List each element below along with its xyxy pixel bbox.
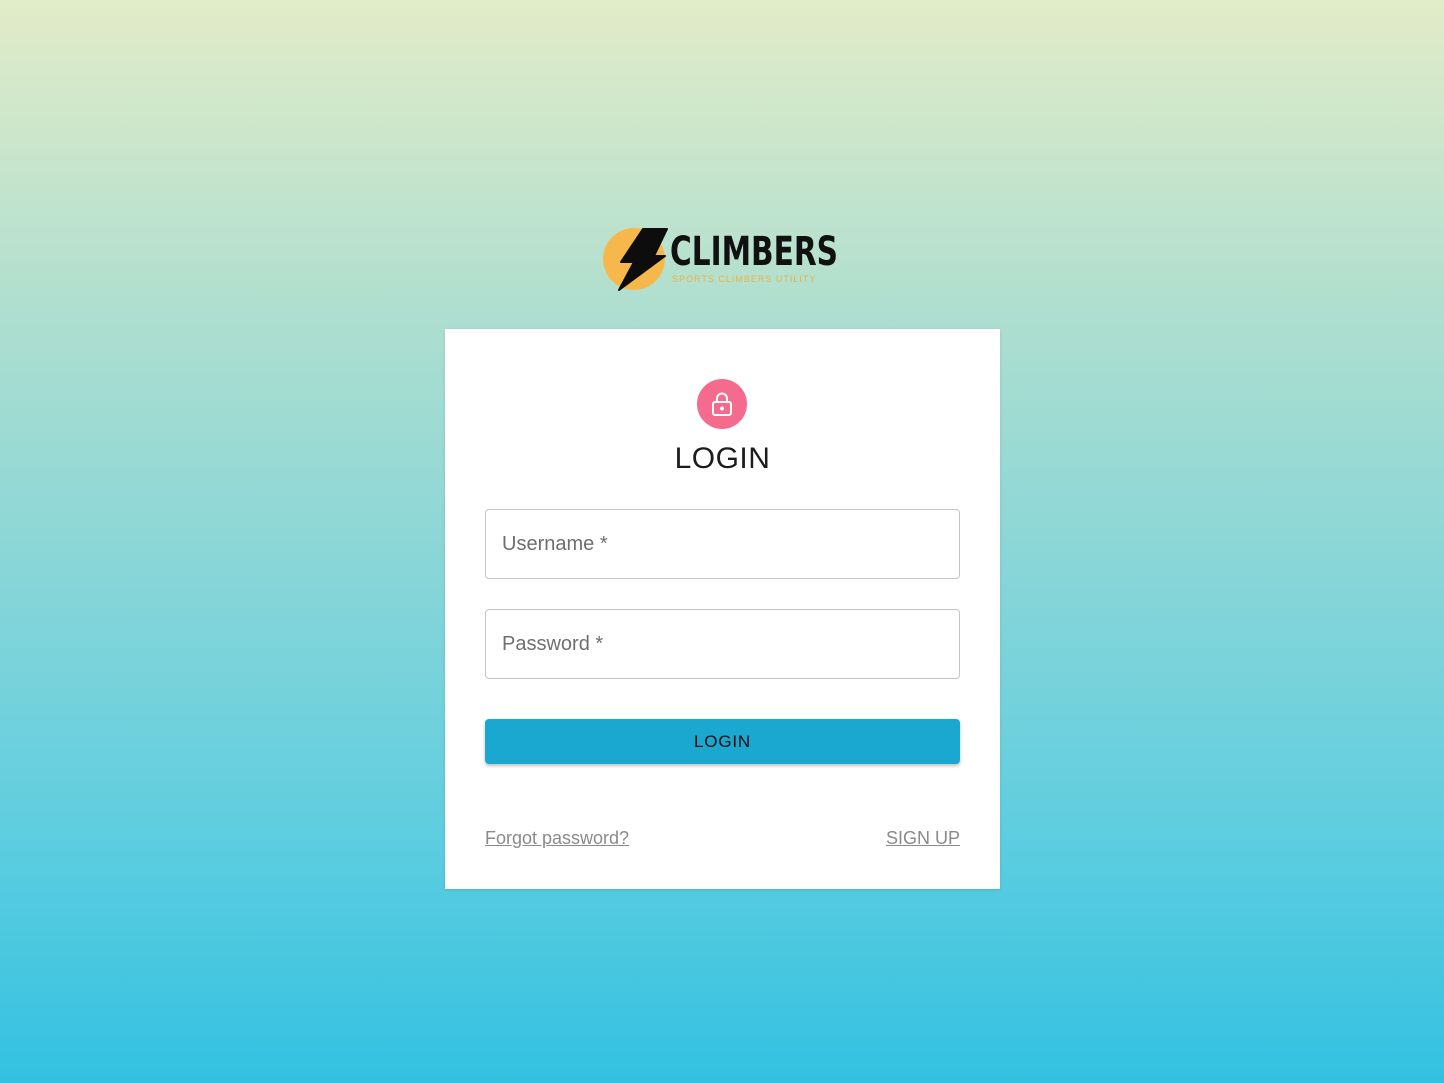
sign-up-link[interactable]: SIGN UP	[886, 827, 960, 849]
login-card: LOGIN LOGIN Forgot password? SIGN UP	[445, 329, 1000, 889]
lock-avatar	[697, 379, 747, 429]
app-logo: CLIMBERS SPORTS CLIMBERS UTILITY	[603, 226, 843, 294]
username-field-wrapper	[485, 509, 960, 579]
password-field-wrapper	[485, 609, 960, 679]
username-input[interactable]	[486, 510, 959, 578]
login-button[interactable]: LOGIN	[485, 719, 960, 764]
password-input[interactable]	[486, 610, 959, 678]
forgot-password-link[interactable]: Forgot password?	[485, 827, 629, 849]
logo-tagline: SPORTS CLIMBERS UTILITY	[672, 274, 817, 284]
logo-wordmark: CLIMBERS	[670, 229, 838, 275]
lightning-bolt-icon	[618, 228, 668, 291]
lock-icon	[712, 392, 732, 416]
page-title: LOGIN	[674, 442, 771, 475]
